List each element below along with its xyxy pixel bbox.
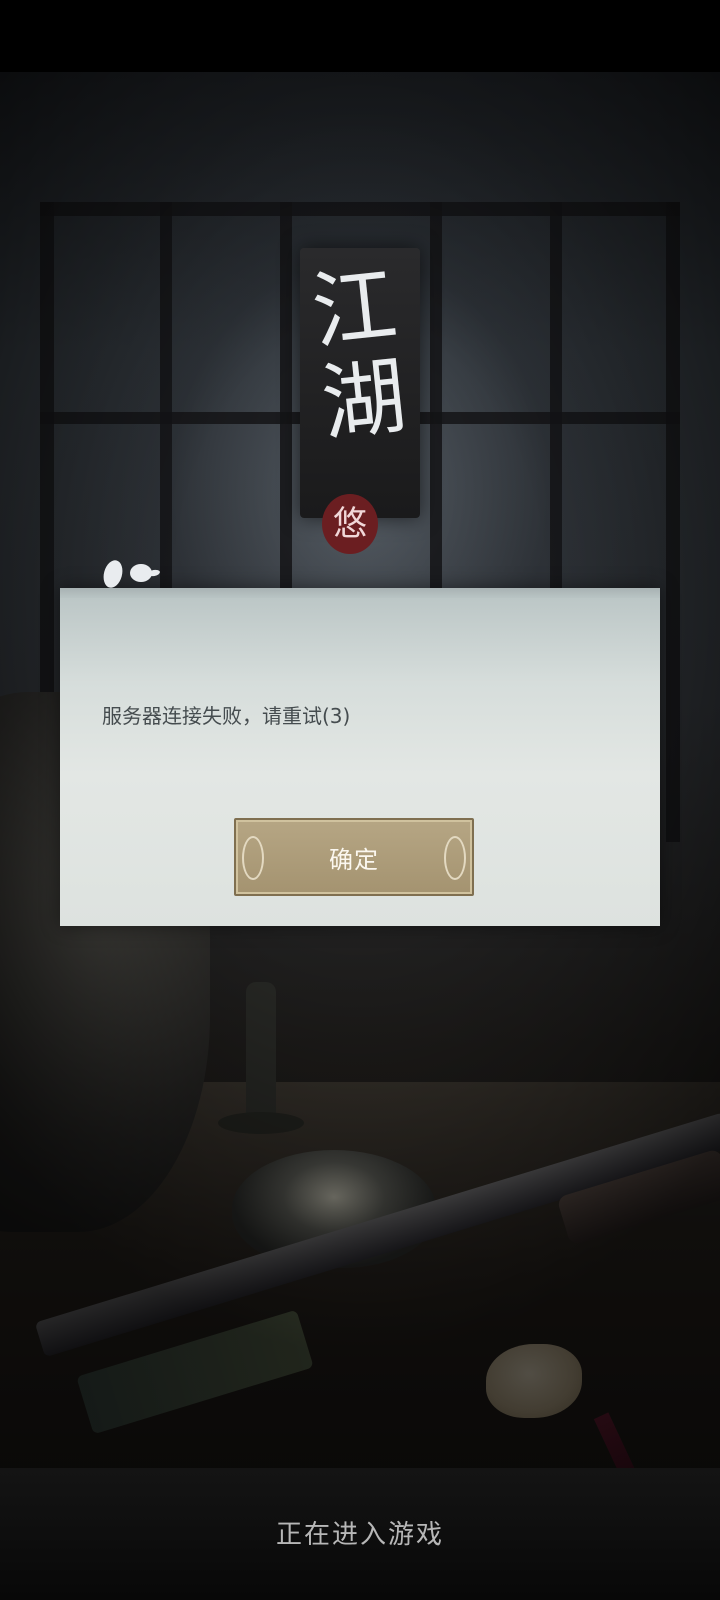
bird-ornament-icon	[96, 552, 166, 592]
loading-status-text: 正在进入游戏	[275, 1520, 444, 1550]
dialog-message: 服务器连接失败，请重试(3)	[102, 704, 351, 728]
confirm-button[interactable]: 确定	[234, 818, 474, 896]
logo-line-1: 江	[307, 255, 402, 362]
left-ornament-icon	[242, 836, 264, 880]
logo-line-2: 湖	[316, 346, 411, 454]
right-ornament-icon	[444, 836, 466, 880]
confirm-button-label: 确定	[329, 845, 379, 874]
status-bar	[0, 0, 720, 72]
logo-seal: 悠	[322, 494, 378, 554]
game-logo-text: 江 湖	[290, 255, 434, 507]
